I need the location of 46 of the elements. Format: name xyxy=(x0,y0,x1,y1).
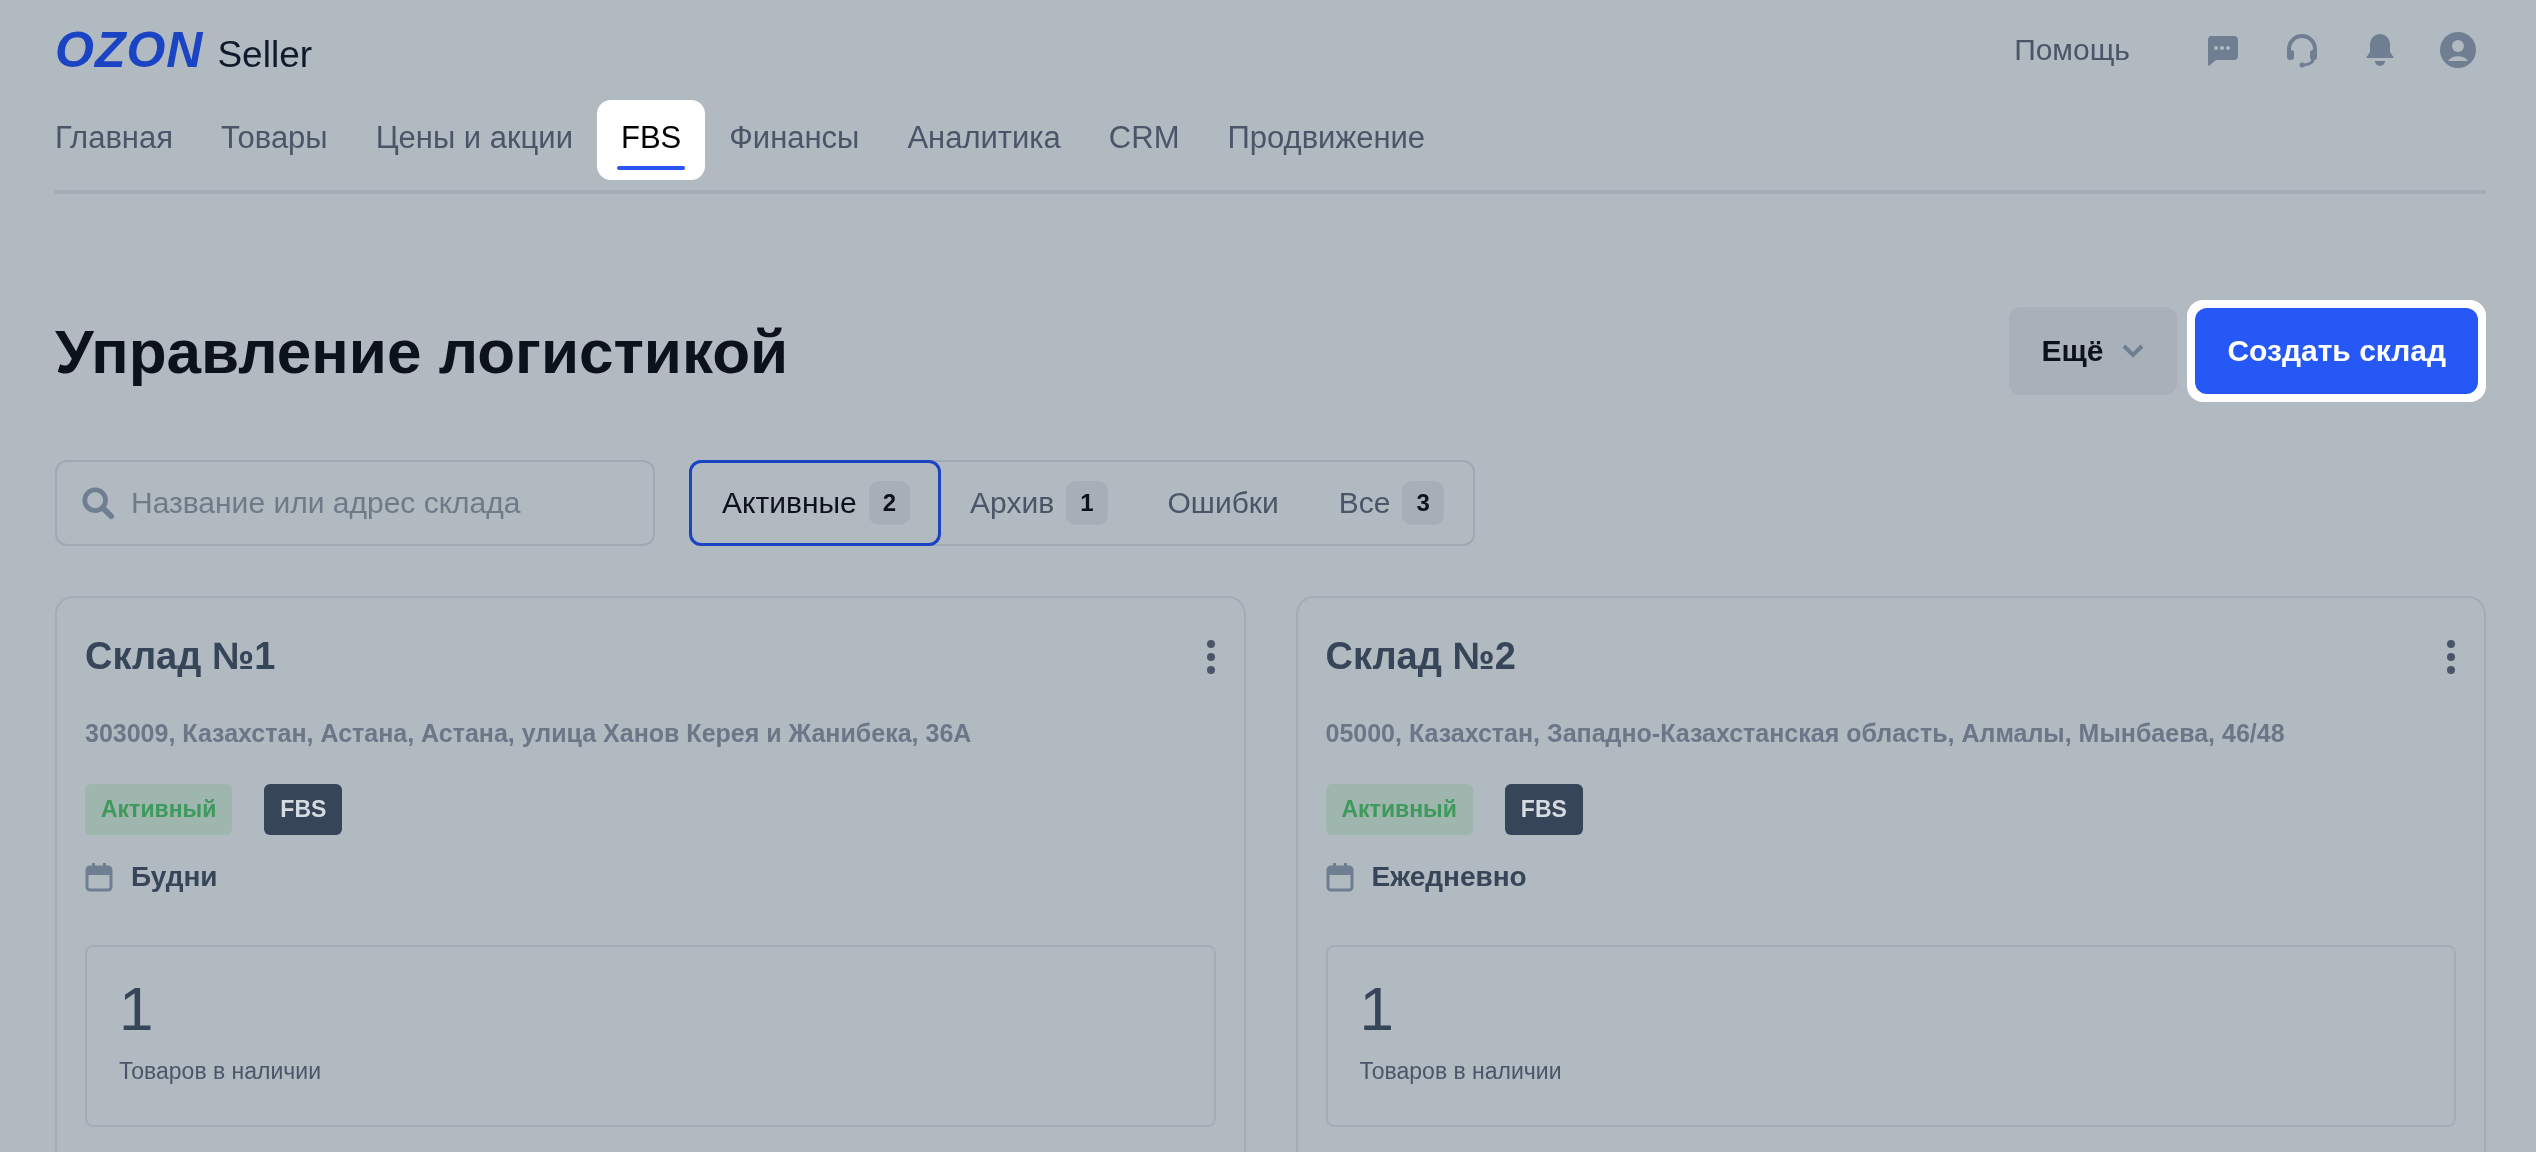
filter-label: Ошибки xyxy=(1167,486,1279,520)
user-avatar-icon[interactable] xyxy=(2440,32,2476,68)
count-badge: 2 xyxy=(868,481,911,525)
logo-text[interactable]: OZON xyxy=(55,21,204,79)
nav-tab[interactable]: Главная xyxy=(55,100,197,180)
more-options-icon[interactable] xyxy=(2446,638,2456,675)
status-badge: Активный xyxy=(85,784,233,835)
search-icon xyxy=(81,486,115,520)
chevron-down-icon xyxy=(2121,343,2146,359)
nav-tab[interactable]: Цены и акции xyxy=(351,100,597,180)
nav-tab[interactable]: FBS xyxy=(596,100,706,180)
help-link[interactable]: Помощь xyxy=(2014,33,2130,67)
bell-icon[interactable] xyxy=(2364,32,2396,68)
stock-count: 1 xyxy=(1359,973,1395,1044)
more-dropdown-button[interactable]: Ещё xyxy=(2009,307,2178,395)
schedule-text: Ежедневно xyxy=(1371,861,1527,893)
headset-icon[interactable] xyxy=(2284,32,2320,68)
schedule-text: Будни xyxy=(131,861,218,893)
type-badge: FBS xyxy=(1504,784,1583,835)
filter-label: Активные xyxy=(722,486,857,520)
type-badge: FBS xyxy=(264,784,343,835)
stock-label: Товаров в наличии xyxy=(1359,1058,1563,1085)
filter-label: Архив xyxy=(970,486,1055,520)
warehouse-address: 05000, Казахстан, Западно-Казахстанская область, Алмалы, Мынбаева, 46/48 xyxy=(1325,719,2286,748)
stock-label: Товаров в наличии xyxy=(119,1058,323,1085)
calendar-icon xyxy=(85,862,113,892)
warehouse-name: Склад №1 xyxy=(85,635,276,678)
count-badge: 3 xyxy=(1402,481,1444,525)
nav-tab[interactable]: Финансы xyxy=(705,100,884,180)
nav-tab[interactable]: Аналитика xyxy=(883,100,1085,180)
page-title: Управление логистикой xyxy=(55,315,789,387)
create-warehouse-button[interactable]: Создать склад xyxy=(2195,308,2478,394)
stock-count: 1 xyxy=(119,973,155,1044)
nav-tab[interactable]: Товары xyxy=(197,100,352,180)
more-options-icon[interactable] xyxy=(1205,638,1216,675)
filter-tab[interactable]: Активные 2 xyxy=(689,460,942,546)
nav-tab[interactable]: Продвижение xyxy=(1203,100,1450,180)
nav-tab[interactable]: CRM xyxy=(1084,100,1204,180)
search-field[interactable]: Название или адрес склада xyxy=(55,460,655,546)
status-badge: Активный xyxy=(1325,784,1473,835)
calendar-icon xyxy=(1325,862,1354,892)
warehouse-address: 303009, Казахстан, Астана, Астана, улица Ханов Керея и Жанибека, 36А xyxy=(85,719,973,748)
count-badge: 1 xyxy=(1066,481,1108,525)
filter-label: Все xyxy=(1338,486,1391,520)
warehouse-name: Склад №2 xyxy=(1325,635,1516,678)
logo-subtitle: Seller xyxy=(217,34,313,76)
